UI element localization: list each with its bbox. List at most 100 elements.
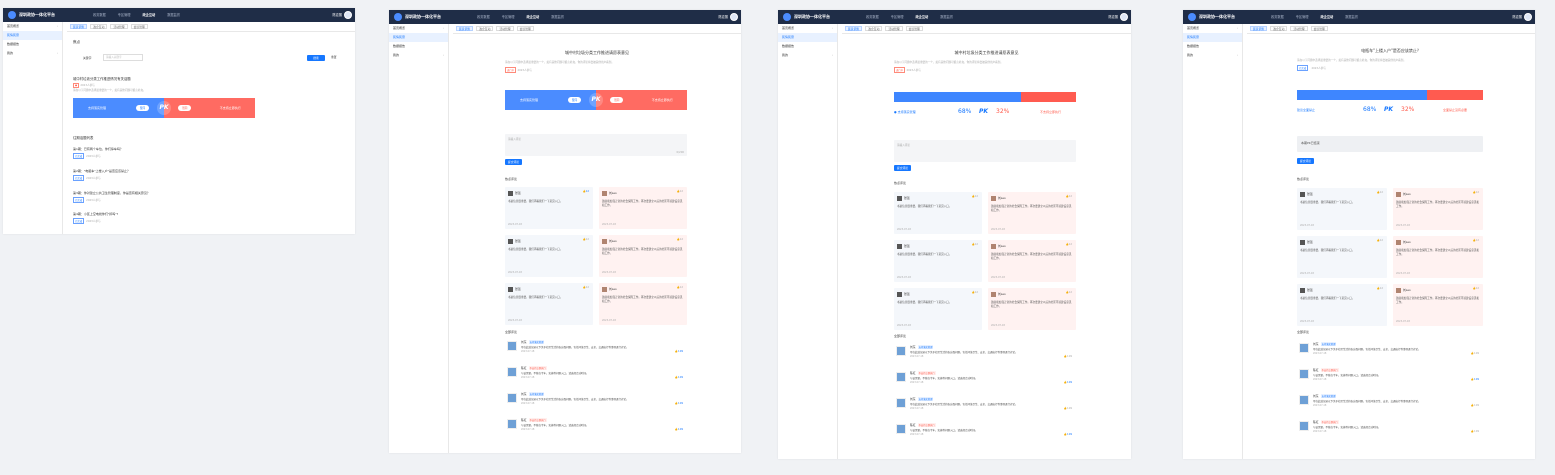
like-button[interactable]: 👍12 [582, 286, 589, 289]
avatar[interactable] [1120, 13, 1128, 21]
topic-title[interactable]: 城中村垃圾分类工作推进情况有关话题 [73, 76, 131, 81]
vote-right-button[interactable]: 赞同 [610, 97, 624, 103]
nav-item-active[interactable]: 政企互动 [916, 14, 929, 19]
like-button[interactable]: 👍12 [582, 190, 589, 193]
like-button[interactable]: 👍109 [1064, 407, 1072, 410]
nav-item[interactable]: 专区管理 [118, 12, 131, 17]
tab[interactable]: 活动管理 [885, 26, 903, 31]
user-name[interactable]: 陈嘉丽 [718, 14, 728, 19]
like-button[interactable]: 👍109 [1471, 378, 1479, 381]
like-button[interactable]: 👍12 [1065, 243, 1072, 246]
like-button[interactable]: 👍109 [1064, 355, 1072, 358]
nav-item[interactable]: 政务数据 [93, 12, 106, 17]
sidebar-item[interactable]: 我的 › [1183, 51, 1242, 60]
like-button[interactable]: 👍109 [1064, 381, 1072, 384]
comment-input[interactable]: 请输入评论 [894, 140, 1076, 162]
search-input[interactable]: 请输入关键字 [103, 54, 143, 61]
comment-input[interactable]: 请输入评论 0/200 [505, 134, 687, 156]
sidebar-item[interactable]: 我的 › [778, 51, 837, 60]
reset-button[interactable]: 重置 [331, 55, 337, 59]
sidebar-item[interactable]: 数据报告 [1183, 42, 1242, 51]
like-button[interactable]: 👍12 [582, 238, 589, 241]
tab[interactable]: 会议管理 [905, 26, 923, 31]
tab[interactable]: 民意调查 [1250, 26, 1268, 31]
tab[interactable]: 政企互动 [1270, 26, 1288, 31]
sidebar-item[interactable]: 我的 › [3, 49, 62, 58]
history-item[interactable]: 第2期："电瓶车"上楼入户"是否应该禁止？ 已完成 2023人参与 [73, 169, 130, 181]
search-button[interactable]: 搜索 [307, 55, 325, 61]
tab[interactable]: 民意调查 [70, 24, 88, 29]
sidebar-item-active[interactable]: 民情民意 [389, 33, 448, 42]
sidebar-item[interactable]: 数据报告 [389, 42, 448, 51]
sidebar-item-active[interactable]: 民情民意 [1183, 33, 1242, 42]
tab[interactable]: 会议管理 [130, 24, 148, 29]
submit-comment-button[interactable]: 提交评论 [505, 159, 522, 165]
like-button[interactable]: 👍12 [971, 243, 978, 246]
like-button[interactable]: 👍12 [1376, 239, 1383, 242]
nav-item[interactable]: 专区管理 [1296, 14, 1309, 19]
sidebar-item[interactable]: 首页概览 › [1183, 24, 1242, 33]
tab[interactable]: 政企互动 [476, 26, 494, 31]
avatar[interactable] [1524, 13, 1532, 21]
submit-comment-button[interactable]: 提交评论 [894, 165, 911, 171]
nav-item[interactable]: 政务数据 [1271, 14, 1284, 19]
like-button[interactable]: 👍12 [971, 195, 978, 198]
like-button[interactable]: 👍109 [675, 402, 683, 405]
like-button[interactable]: 👍109 [675, 350, 683, 353]
sidebar-item[interactable]: 首页概览 › [389, 24, 448, 33]
nav-item-active[interactable]: 政企互动 [1321, 14, 1334, 19]
submit-comment-button[interactable]: 提交评论 [1297, 158, 1314, 164]
tab[interactable]: 活动管理 [496, 26, 514, 31]
like-button[interactable]: 👍12 [1472, 239, 1479, 242]
nav-item[interactable]: 数据监督 [551, 14, 564, 19]
tab[interactable]: 政企互动 [90, 24, 108, 29]
like-button[interactable]: 👍12 [1376, 191, 1383, 194]
vote-left-button[interactable]: 赞同 [567, 97, 582, 103]
like-button[interactable]: 👍12 [1065, 195, 1072, 198]
tab[interactable]: 民意调查 [845, 26, 863, 31]
sidebar-item[interactable]: 数据报告 [3, 40, 62, 49]
like-button[interactable]: 👍12 [1472, 287, 1479, 290]
user-name[interactable]: 陈嘉丽 [1512, 14, 1522, 19]
user-name[interactable]: 陈嘉丽 [1108, 14, 1118, 19]
nav-item[interactable]: 数据监督 [1345, 14, 1358, 19]
like-button[interactable]: 👍109 [1064, 433, 1072, 436]
user-name[interactable]: 陈嘉丽 [332, 12, 342, 17]
sidebar-item-active[interactable]: 民情民意 [778, 33, 837, 42]
history-item[interactable]: 第1期：已有两个车位，你们停车吗？ 已完成 2023人参与 [73, 147, 123, 159]
sidebar-item[interactable]: 首页概览 › [778, 24, 837, 33]
sidebar-item[interactable]: 首页概览 › [3, 22, 62, 31]
history-item[interactable]: 第3期：你对建立公共卫生管理制度，你是否有相关意见？ 已完成 2023人参与 [73, 191, 150, 203]
avatar[interactable] [730, 13, 738, 21]
sidebar-item-active[interactable]: 民情民意 [3, 31, 62, 40]
like-button[interactable]: 👍109 [1471, 352, 1479, 355]
tab[interactable]: 政企互动 [865, 26, 883, 31]
vote-right-button[interactable]: 赞同 [178, 105, 192, 111]
nav-item-active[interactable]: 政企互动 [143, 12, 156, 17]
like-button[interactable]: 👍12 [676, 190, 683, 193]
like-button[interactable]: 👍12 [1472, 191, 1479, 194]
like-button[interactable]: 👍109 [1471, 430, 1479, 433]
tab[interactable]: 活动管理 [1290, 26, 1308, 31]
sidebar-item[interactable]: 我的 › [389, 51, 448, 60]
history-item[interactable]: 第4期：小区上空电线你们"拆吗"? 已完成 2023人参与 [73, 212, 118, 224]
tab[interactable]: 活动管理 [110, 24, 128, 29]
like-button[interactable]: 👍12 [676, 286, 683, 289]
nav-item[interactable]: 专区管理 [891, 14, 904, 19]
nav-item-active[interactable]: 政企互动 [527, 14, 540, 19]
like-button[interactable]: 👍109 [675, 376, 683, 379]
sidebar-item[interactable]: 数据报告 [778, 42, 837, 51]
like-button[interactable]: 👍12 [971, 291, 978, 294]
like-button[interactable]: 👍12 [676, 238, 683, 241]
nav-item[interactable]: 数据监督 [940, 14, 953, 19]
vote-left-button[interactable]: 赞同 [135, 105, 150, 111]
nav-item[interactable]: 政务数据 [477, 14, 490, 19]
nav-item[interactable]: 数据监督 [167, 12, 180, 17]
tab[interactable]: 民意调查 [456, 26, 474, 31]
like-button[interactable]: 👍109 [675, 428, 683, 431]
nav-item[interactable]: 专区管理 [502, 14, 515, 19]
tab[interactable]: 会议管理 [516, 26, 534, 31]
like-button[interactable]: 👍109 [1471, 404, 1479, 407]
like-button[interactable]: 👍12 [1376, 287, 1383, 290]
like-button[interactable]: 👍12 [1065, 291, 1072, 294]
